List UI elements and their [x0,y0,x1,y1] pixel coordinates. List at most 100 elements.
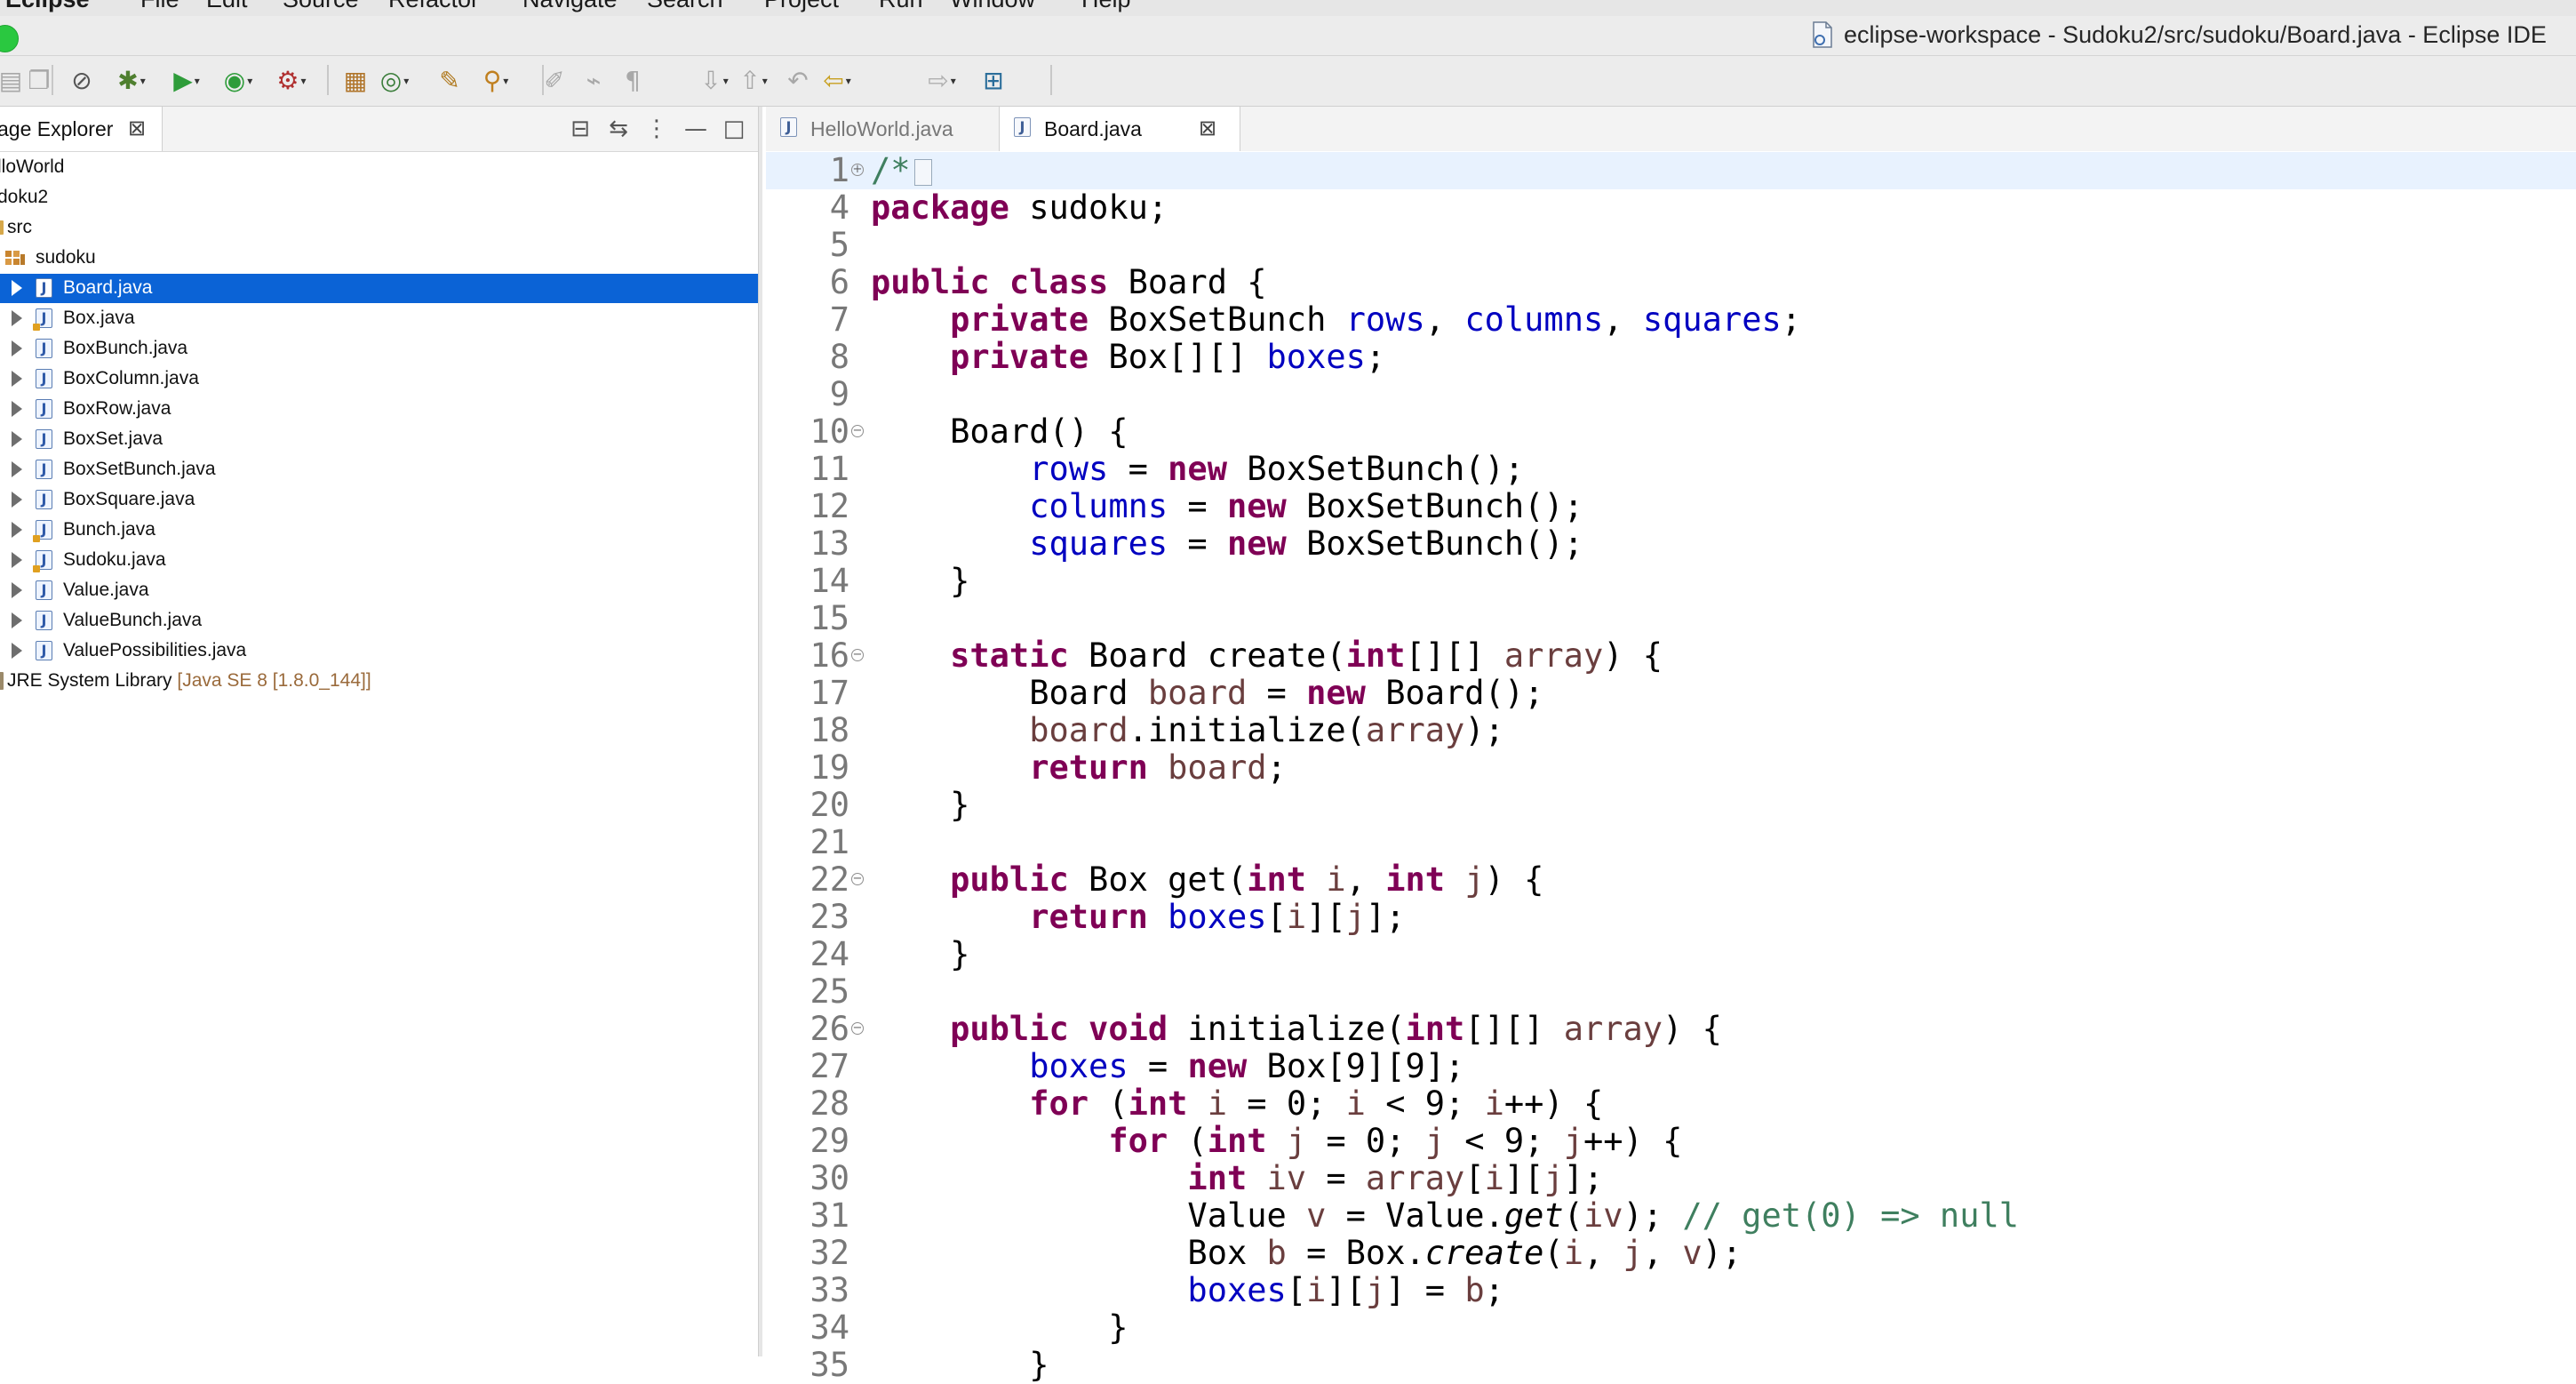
tab-helloworld-java[interactable]: J HelloWorld.java [766,107,997,151]
window-title-bar: eclipse-workspace - Sudoku2/src/sudoku/B… [0,16,2576,56]
collapse-fold-icon[interactable]: − [851,1022,864,1035]
back-icon[interactable]: ⇦ ▾ [819,65,855,97]
tree-item[interactable]: J Bunch.java [0,516,758,545]
tree-item[interactable]: J BoxSquare.java [0,485,758,515]
tree-item[interactable]: J BoxBunch.java [0,334,758,364]
tree-item[interactable]: sudoku [0,244,758,273]
code-editor[interactable]: 1 + /* 4 package sudoku; 5 6 public class Board… [766,151,2576,1384]
tree-item[interactable]: J Sudoku.java [0,546,758,575]
collapse-fold-icon[interactable]: − [851,425,864,437]
show-whitespace-icon[interactable]: ¶ [615,65,650,97]
external-tools-icon[interactable]: ⚙ ▾ [274,65,309,97]
expand-arrow-icon[interactable] [12,582,22,598]
tree-item[interactable]: J BoxSetBunch.java [0,455,758,484]
code-token: ); [1464,711,1504,749]
close-icon[interactable]: ⊠ [1199,116,1216,141]
view-divider[interactable] [758,107,762,1356]
menu-refactor[interactable]: Refactor [388,0,479,13]
expand-arrow-icon[interactable] [12,431,22,447]
expand-arrow-icon[interactable] [12,401,22,417]
menu-help[interactable]: Help [1081,0,1131,13]
code-token: ( [1168,1122,1208,1160]
code-token: public class [871,263,1109,301]
tree-item[interactable]: src [0,213,758,243]
previous-annotation-icon[interactable]: ⇧ ▾ [736,65,771,97]
tree-item[interactable]: J BoxSet.java [0,425,758,454]
forward-icon[interactable]: ⇨ ▾ [924,65,960,97]
line-number: 21 [809,823,849,861]
expand-arrow-icon[interactable] [12,552,22,568]
expand-arrow-icon[interactable] [12,310,22,326]
tree-item[interactable]: J Box.java [0,304,758,333]
menu-search[interactable]: Search [647,0,723,13]
code-line: 31 Value v = Value.get(iv); // get(0) =>… [766,1197,2576,1235]
link-with-editor-icon[interactable]: ⇆ [604,115,633,143]
expand-arrow-icon[interactable] [12,340,22,356]
skip-breakpoints-icon[interactable]: ⊘ [64,65,100,97]
expand-arrow-icon[interactable] [12,612,22,628]
code-line: 14 } [766,563,2576,600]
expand-arrow-icon[interactable] [12,280,22,296]
tab-board-java[interactable]: J Board.java ⊠ [999,107,1240,152]
run-icon[interactable]: ▶ ▾ [169,65,204,97]
coverage-icon[interactable]: ◉ ▾ [220,65,256,97]
code-token: initialize( [1168,1010,1406,1048]
code-token: , [1603,300,1643,339]
code-token: , [1583,1234,1623,1272]
menu-run[interactable]: Run [879,0,923,13]
tree-item-label: doku2 [0,187,49,207]
tree-item[interactable]: lloWorld [0,153,758,182]
maximize-icon[interactable]: □ [720,115,748,143]
next-annotation-icon[interactable]: ⇩ ▾ [697,65,732,97]
open-type-icon[interactable]: ✎ [432,65,467,97]
tree-item[interactable]: J BoxColumn.java [0,364,758,394]
folded-region-marker[interactable] [913,158,932,186]
expand-arrow-icon[interactable] [12,371,22,387]
menu-window[interactable]: Window [950,0,1035,13]
menu-source[interactable]: Source [283,0,359,13]
expand-arrow-icon[interactable] [12,643,22,659]
menu-project[interactable]: Project [764,0,839,13]
code-token: ++) { [1583,1122,1683,1160]
minimize-icon[interactable]: — [682,115,710,143]
new-java-class-icon[interactable]: ◎ ▾ [377,65,412,97]
tree-item[interactable]: J Value.java [0,576,758,605]
expand-arrow-icon[interactable] [12,461,22,477]
view-menu-icon[interactable]: ⋮ [642,115,671,143]
collapse-fold-icon[interactable]: − [851,873,864,885]
tree-item[interactable]: JRE System Library [Java SE 8 [1.8.0_144… [0,667,758,696]
expand-arrow-icon[interactable] [12,522,22,538]
code-token: j [1286,1122,1307,1160]
menu-navigate[interactable]: Navigate [522,0,618,13]
toggle-breadcrumb-icon[interactable]: ⌁ [576,65,611,97]
collapse-all-icon[interactable]: ⊟ [566,115,594,143]
close-icon[interactable]: ⊠ [128,116,146,141]
tree-item[interactable]: J Board.java [0,274,758,303]
menu-file[interactable]: File [140,0,179,13]
code-text: Box b = Box.create(i, j, v); [871,1235,1742,1272]
tree-item-label: Value.java [63,580,149,600]
window-maximize-button[interactable] [0,25,19,52]
menu-edit[interactable]: Edit [206,0,248,13]
code-token: ( [1089,1084,1128,1123]
open-perspective-icon[interactable]: ⊞ [976,65,1011,97]
tree-item[interactable]: J ValueBunch.java [0,606,758,636]
last-edit-location-icon[interactable]: ↶ [780,65,816,97]
code-token: iv [1266,1159,1307,1197]
tree-item[interactable]: J BoxRow.java [0,395,758,424]
toolbar-separator [1050,65,1052,95]
new-java-package-icon[interactable]: ▦ [338,65,373,97]
tab-package-explorer[interactable]: age Explorer ⊠ [0,107,163,151]
debug-icon[interactable]: ✱ ▾ [114,65,149,97]
java-file-icon: J [36,460,52,479]
tree-item[interactable]: doku2 [0,183,758,212]
collapse-fold-icon[interactable]: − [851,649,864,661]
code-line: 26− public void initialize(int[][] array… [766,1011,2576,1048]
menu-eclipse[interactable]: Eclipse [5,0,90,13]
tree-item[interactable]: J ValuePossibilities.java [0,636,758,666]
search-icon[interactable]: ⚲ ▾ [478,65,514,97]
expand-arrow-icon[interactable] [12,492,22,508]
expand-fold-icon[interactable]: + [851,164,864,176]
